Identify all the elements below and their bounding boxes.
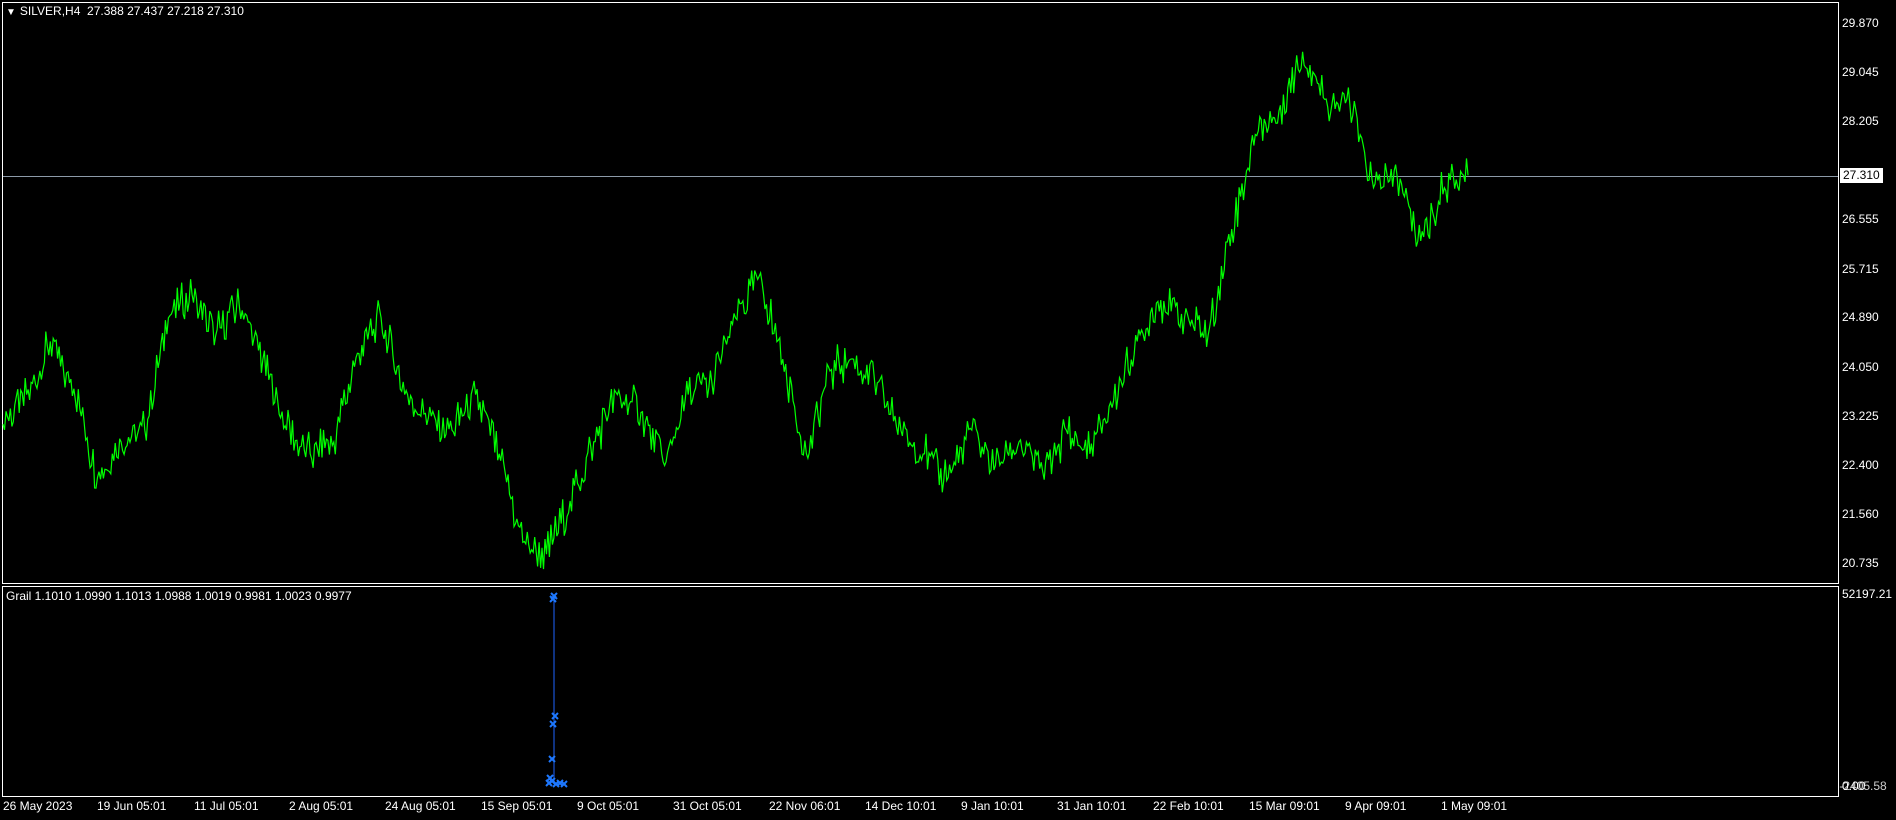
price-tick-label: 26.555	[1842, 211, 1879, 226]
indicator-label: Grail 1.1010 1.0990 1.1013 1.0988 1.0019…	[6, 589, 352, 603]
price-tick-label: 29.045	[1842, 64, 1879, 79]
price-tick-label: 29.870	[1842, 16, 1879, 30]
indicator-markers	[545, 592, 568, 788]
x-marker-icon	[549, 720, 557, 728]
time-tick-label: 11 Jul 05:01	[194, 799, 259, 813]
price-series-line	[2, 51, 1469, 570]
symbol-label: SILVER,H4	[19, 4, 81, 18]
time-tick-label: 14 Dec 10:01	[865, 799, 937, 813]
time-tick-label: 15 Mar 09:01	[1249, 799, 1320, 813]
time-tick-label: 31 Jan 10:01	[1057, 799, 1127, 813]
indicator-scale-min: 0.00-2405.58	[1839, 779, 1887, 793]
time-tick-label: 19 Jun 05:01	[97, 799, 167, 813]
main-panel-frame	[2, 2, 1839, 584]
x-marker-icon	[551, 712, 559, 720]
time-tick-label: 1 May 09:01	[1441, 799, 1508, 813]
price-tick-label: 20.735	[1842, 556, 1879, 570]
time-tick-label: 15 Sep 05:01	[481, 799, 553, 813]
indicator-panel-frame	[2, 586, 1839, 797]
time-tick-label: 24 Aug 05:01	[385, 799, 456, 813]
current-price-badge: 27.310	[1840, 168, 1883, 183]
time-tick-label: 9 Oct 05:01	[577, 799, 640, 813]
time-tick-label: 9 Apr 09:01	[1345, 799, 1407, 813]
indicator-scale-min-overlap: -2405.58	[1839, 779, 1887, 793]
price-tick-label: 24.050	[1842, 360, 1879, 375]
time-tick-label: 2 Aug 05:01	[289, 799, 354, 813]
time-tick-label: 31 Oct 05:01	[673, 799, 742, 813]
time-tick-label: 22 Nov 06:01	[769, 799, 841, 813]
ohlc-label: 27.388 27.437 27.218 27.310	[87, 4, 244, 18]
chart-window[interactable]: ▼ SILVER,H4 27.388 27.437 27.218 27.310 G…	[0, 0, 1896, 820]
time-tick-label: 26 May 2023	[3, 799, 73, 813]
price-tick-label: 28.205	[1842, 114, 1879, 129]
collapse-triangle-icon[interactable]: ▼	[6, 7, 16, 18]
price-tick-label: 25.715	[1842, 261, 1879, 276]
price-tick-label: 21.560	[1842, 507, 1879, 522]
chart-title: ▼ SILVER,H4 27.388 27.437 27.218 27.310	[6, 4, 244, 18]
time-tick-label: 9 Jan 10:01	[961, 799, 1024, 813]
price-tick-label: 24.890	[1842, 310, 1879, 325]
price-tick-label: 23.225	[1842, 408, 1879, 423]
time-tick-label: 22 Feb 10:01	[1153, 799, 1224, 813]
price-tick-label: 22.400	[1842, 457, 1879, 472]
indicator-scale-max: 52197.21	[1842, 587, 1893, 601]
chart-canvas[interactable]	[0, 0, 1896, 820]
